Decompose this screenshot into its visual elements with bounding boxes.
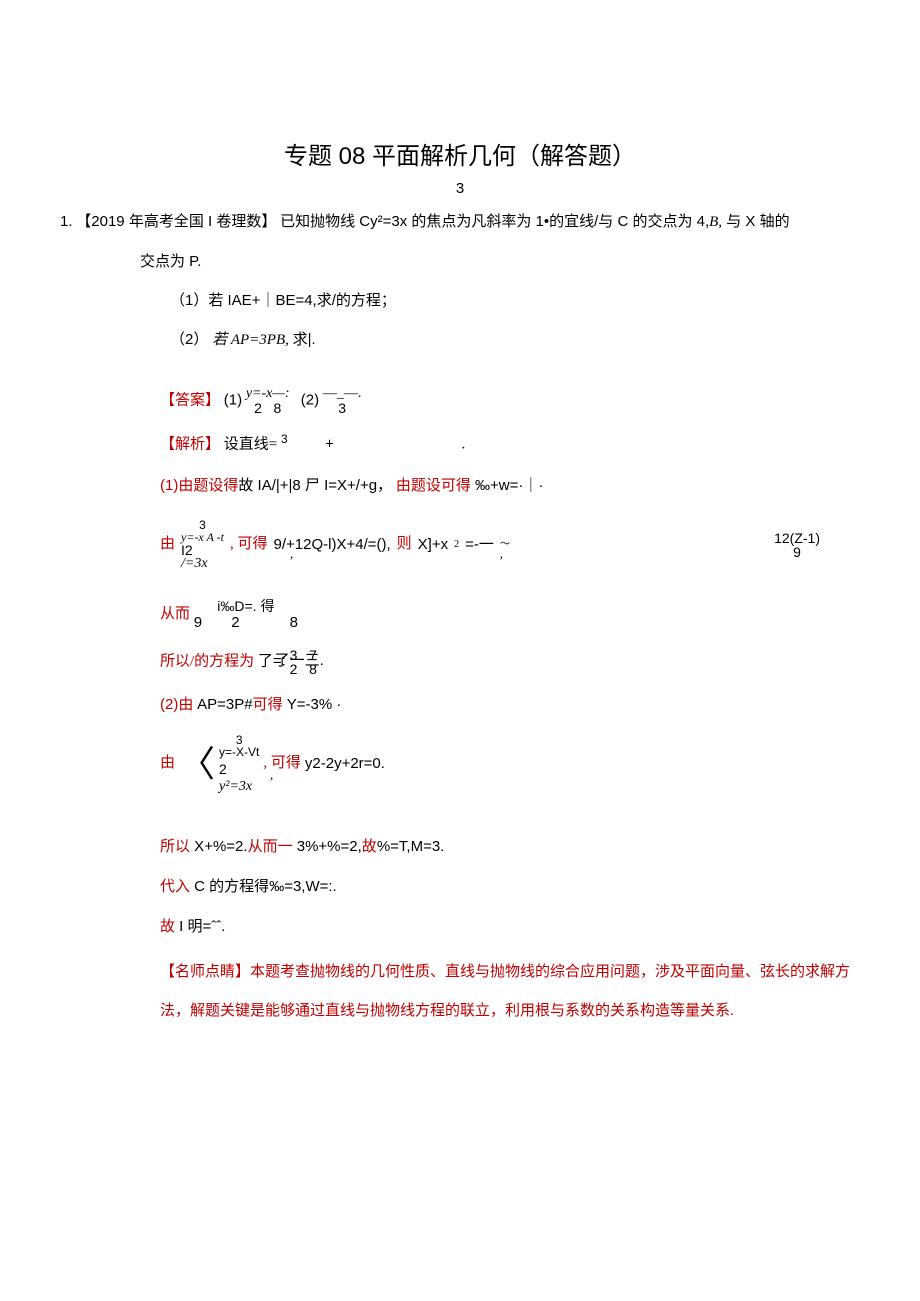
ans1-bot: 2 8 [254,401,281,415]
ans2a: (2) [301,391,319,408]
s1-b: 由题设得 [178,478,238,494]
answer-label: 【答案】 [160,392,220,408]
sys2-brace: 〈 [179,746,215,782]
sys1-mid: , 可得 [230,534,268,555]
ans1-stack: y=-x—: 2 8 [246,387,290,415]
commentary-text1: 本题考查抛物线的几何性质、直线与抛物线的综合应用问题，涉及平面向量、弦长的求解方 [250,964,850,980]
line-b: 代入 C 的方程得‰=3,W=:. [160,876,860,898]
source-bracket-close: 】 [261,214,276,230]
analysis-b: + [325,435,334,452]
lb-b: C 的方程得 [190,878,269,895]
ans1-top: y=-x—: [246,387,290,401]
from-a: 从而 [160,606,190,622]
q2-d: 求|. [293,331,316,348]
th-c: 了一三. [275,652,324,669]
step2-line: (2)由 AP=3P#可得 Y=-3% · [160,694,860,716]
la-b: X+%=2. [190,838,248,855]
line-c: 故 I 明=ˆˆ. [160,916,860,938]
question-stem-line1: 1. 【2019 年高考全国 I 卷理数】 已知抛物线 Cy²=3x 的焦点为凡… [60,211,860,233]
ans2-bot: 3 [338,401,346,415]
commentary-label: 【名师点睛】 [160,964,250,980]
title-sub: 3 [60,178,860,199]
sys2-top-a: 3 [236,734,243,746]
s1-d: 由题设可得 [396,478,471,494]
analysis-block: 【解析】 设直线= 3 + . [160,433,860,457]
lc-b: I 明=ˆˆ. [175,918,225,935]
question-source: 2019 年高考全国 I 卷理数 [91,213,261,230]
question-index: 1. [60,213,73,230]
sys1-c1: , [290,546,293,561]
sys2-comma: , [270,767,273,782]
commentary-line2: 法，解题关键是能够通过直线与抛物线方程的联立，利用根与系数的关系构造等量关系. [160,1001,860,1022]
sys1-lines: 3 y=-x A -t I2 /=3x [181,519,224,571]
from-stack: i‰D=. 得 9 2 8 [194,599,298,630]
question-stem-line2: 交点为 P. [140,251,860,272]
question-part1: （1）若 IAE+｜BE=4,求/的方程； [170,290,860,311]
sys1-frac-top: 12(Z-1) [774,531,820,545]
question-part2: （2） 若 AP=3PB, 求|. [170,329,860,351]
analysis-frac-gap [283,445,286,457]
sys1-c2: , [500,546,503,561]
q2-b: 若 [212,332,227,348]
s2-c: AP=3P# [197,696,252,713]
s1-e: ‰+w=·｜· [471,477,544,494]
commentary-line1: 【名师点睛】本题考查抛物线的几何性质、直线与抛物线的综合应用问题，涉及平面向量、… [160,962,860,983]
source-bracket-open: 【 [76,214,91,230]
ans2-top: —_—. [323,387,362,401]
sys2-lead: 由 [160,753,175,774]
answer-block: 【答案】 (1) y=-x—: 2 8 (2) —_—. 3 [160,387,860,415]
sys1-bot: /=3x [181,557,224,571]
sys1-top: 3 y=-x A -t [181,519,224,543]
sys2-eq: y2-2y+2r=0. [305,753,385,774]
line-a: 所以 X+%=2.从而一 3%+%=2,故%=T,M=3. [160,836,860,858]
q2-c: AP=3PB, [231,332,289,348]
s1-a: (1) [160,477,178,494]
q2-a: （2） [170,331,208,348]
question-stem-b: B, [709,214,722,230]
s2-d: 可得 [253,697,283,713]
la-d: 3%+%=2, [293,838,362,855]
sys1-frac-bot: 9 [793,545,801,559]
sys1-top-a: 3 [199,519,206,531]
sys1-top-b: y=-x A -t [181,531,224,543]
question-stem-c: 与 X 轴的 [722,213,790,230]
s2-a: (2) [160,696,178,713]
sys2-mid: 2 [219,762,259,776]
from-b: i‰D=. [217,598,256,614]
sys1-brace-block: 3 y=-x A -t I2 /=3x [181,515,224,575]
analysis-d: . [461,436,465,452]
lb-a: 代入 [160,879,190,895]
s2-b: 由 [178,697,193,713]
th-a: 所以/的方程为 [160,653,254,669]
question-stem-a: 已知抛物线 Cy²=3x 的焦点为凡斜率为 1•的宜线/与 C 的交点为 4, [280,213,709,230]
page-title: 专题 08 平面解析几何（解答题） [60,140,860,174]
sys2-lines: 3 y=-X-Vt 2 y²=3x [219,734,259,794]
analysis-a: 设直线= [224,436,277,452]
la-c: 从而一 [248,839,293,855]
s1-c: 故 IA/|+|8 尸 I=X+/+g， [238,477,392,494]
analysis-frac-top: 3 [281,433,288,445]
from-c: 得 [257,598,275,614]
sys1-lead: 由 [160,534,175,555]
la-e: 故 [362,839,377,855]
from-line: 从而 i‰D=. 得 9 2 8 [160,599,860,630]
sys1-frac: 12(Z-1) 9 [774,531,820,559]
s2-e: Y=-3% · [283,696,342,713]
from-row2: 9 2 8 [194,615,298,630]
sys2-tail: , 可得 [263,753,301,774]
la-f: %=T,M=3. [377,838,445,855]
sys2-top: 3 y=-X-Vt [219,734,259,758]
sys1-mid-I2: I2 [181,543,224,557]
analysis-frac: 3 [281,433,288,457]
analysis-label: 【解析】 [160,436,220,452]
sys2-bot: y²=3x [219,780,259,794]
lb-c: ‰=3,W=:. [269,878,337,895]
la-a: 所以 [160,839,190,855]
step1-line: (1)由题设得故 IA/|+|8 尸 I=X+/+g， 由题设可得 ‰+w=·｜… [160,475,860,497]
sys2-top-b: y=-X-Vt [219,746,259,758]
ans1a: (1) [224,391,242,408]
therefore-line: 所以/的方程为 了=: 3 7 2 8 了一三. [160,648,860,676]
ans2-stack: —_—. 3 [323,387,362,415]
lc-a: 故 [160,919,175,935]
